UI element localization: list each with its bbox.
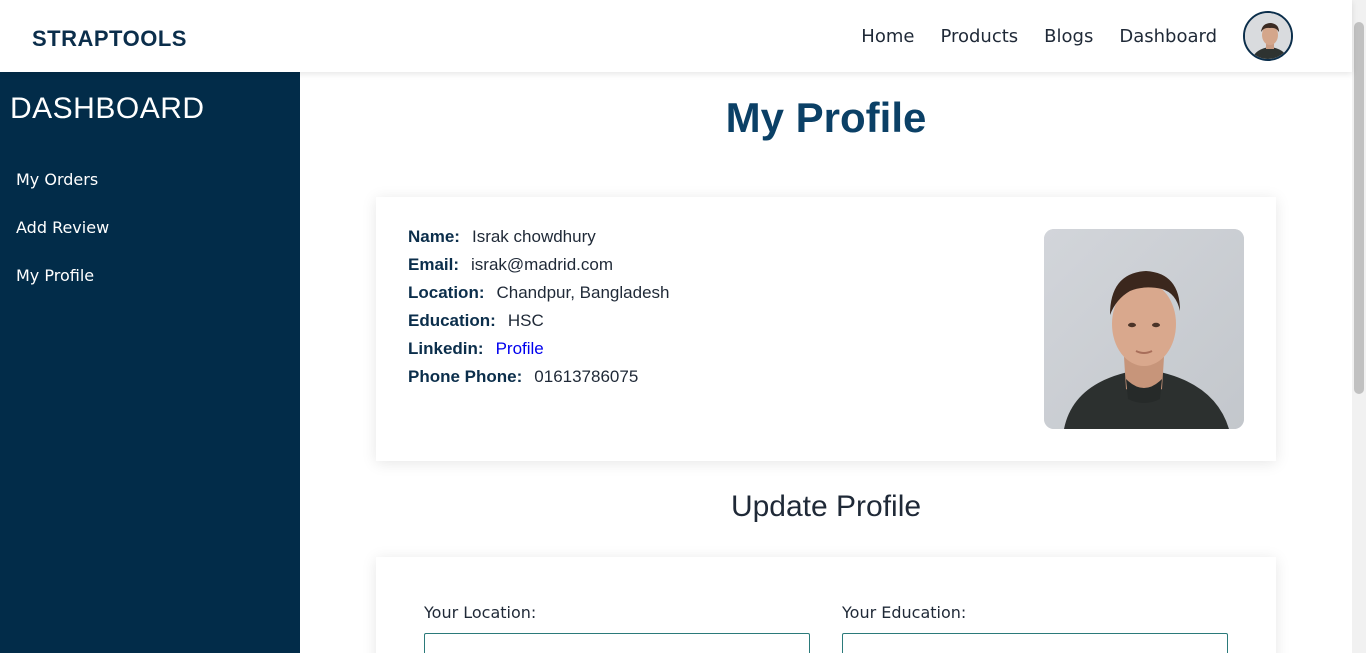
email-label: Email: — [408, 255, 460, 274]
nav-blogs-link[interactable]: Blogs — [1044, 26, 1093, 47]
update-profile-form: Your Location: Your Education: — [376, 557, 1276, 653]
nav-products-link[interactable]: Products — [940, 26, 1018, 47]
top-navbar: STRAPTOOLS Home Products Blogs Dashboard — [0, 0, 1352, 72]
nav-home-link[interactable]: Home — [861, 26, 914, 47]
nav-links: Home Products Blogs Dashboard — [861, 0, 1293, 72]
name-value: Israk chowdhury — [471, 227, 596, 246]
location-field-label: Your Location: — [424, 603, 537, 622]
profile-location-row: Location: Chandpur, Bangladesh — [408, 283, 669, 303]
linkedin-label: Linkedin: — [408, 339, 484, 358]
user-avatar[interactable] — [1243, 11, 1293, 61]
location-value: Chandpur, Bangladesh — [496, 283, 670, 302]
sidebar-item-add-review[interactable]: Add Review — [16, 218, 109, 237]
sidebar-item-my-orders[interactable]: My Orders — [16, 170, 98, 189]
profile-phone-row: Phone Phone: 01613786075 — [408, 367, 638, 387]
profile-card: Name: Israk chowdhury Email: israk@madrid.… — [376, 197, 1276, 461]
brand-logo[interactable]: STRAPTOOLS — [32, 26, 187, 52]
main-content: My Profile Name: Israk chowdhury Email: is… — [300, 72, 1352, 653]
avatar-person-icon — [1245, 13, 1291, 59]
page-scrollbar[interactable] — [1352, 0, 1366, 653]
update-profile-title: Update Profile — [730, 490, 922, 523]
education-label: Education: — [408, 311, 496, 330]
location-input[interactable] — [424, 633, 810, 653]
nav-dashboard-link[interactable]: Dashboard — [1119, 26, 1217, 47]
page-title: My Profile — [725, 94, 927, 141]
profile-photo — [1044, 229, 1244, 429]
profile-education-row: Education: HSC — [408, 311, 544, 331]
sidebar-title: DASHBOARD — [10, 92, 205, 125]
profile-person-icon — [1044, 229, 1244, 429]
scrollbar-thumb[interactable] — [1354, 22, 1364, 394]
profile-name-row: Name: Israk chowdhury — [408, 227, 596, 247]
sidebar-item-my-profile[interactable]: My Profile — [16, 266, 94, 285]
profile-email-row: Email: israk@madrid.com — [408, 255, 613, 275]
phone-value: 01613786075 — [534, 367, 639, 386]
phone-label: Phone Phone: — [408, 367, 523, 386]
education-input[interactable] — [842, 633, 1228, 653]
education-field-label: Your Education: — [842, 603, 967, 622]
education-value: HSC — [507, 311, 544, 330]
name-label: Name: — [408, 227, 460, 246]
location-label: Location: — [408, 283, 485, 302]
dashboard-sidebar: DASHBOARD My Orders Add Review My Profil… — [0, 72, 300, 653]
linkedin-profile-link[interactable]: Profile — [496, 339, 544, 358]
profile-linkedin-row: Linkedin: Profile — [408, 339, 544, 359]
email-value: israk@madrid.com — [471, 255, 613, 274]
